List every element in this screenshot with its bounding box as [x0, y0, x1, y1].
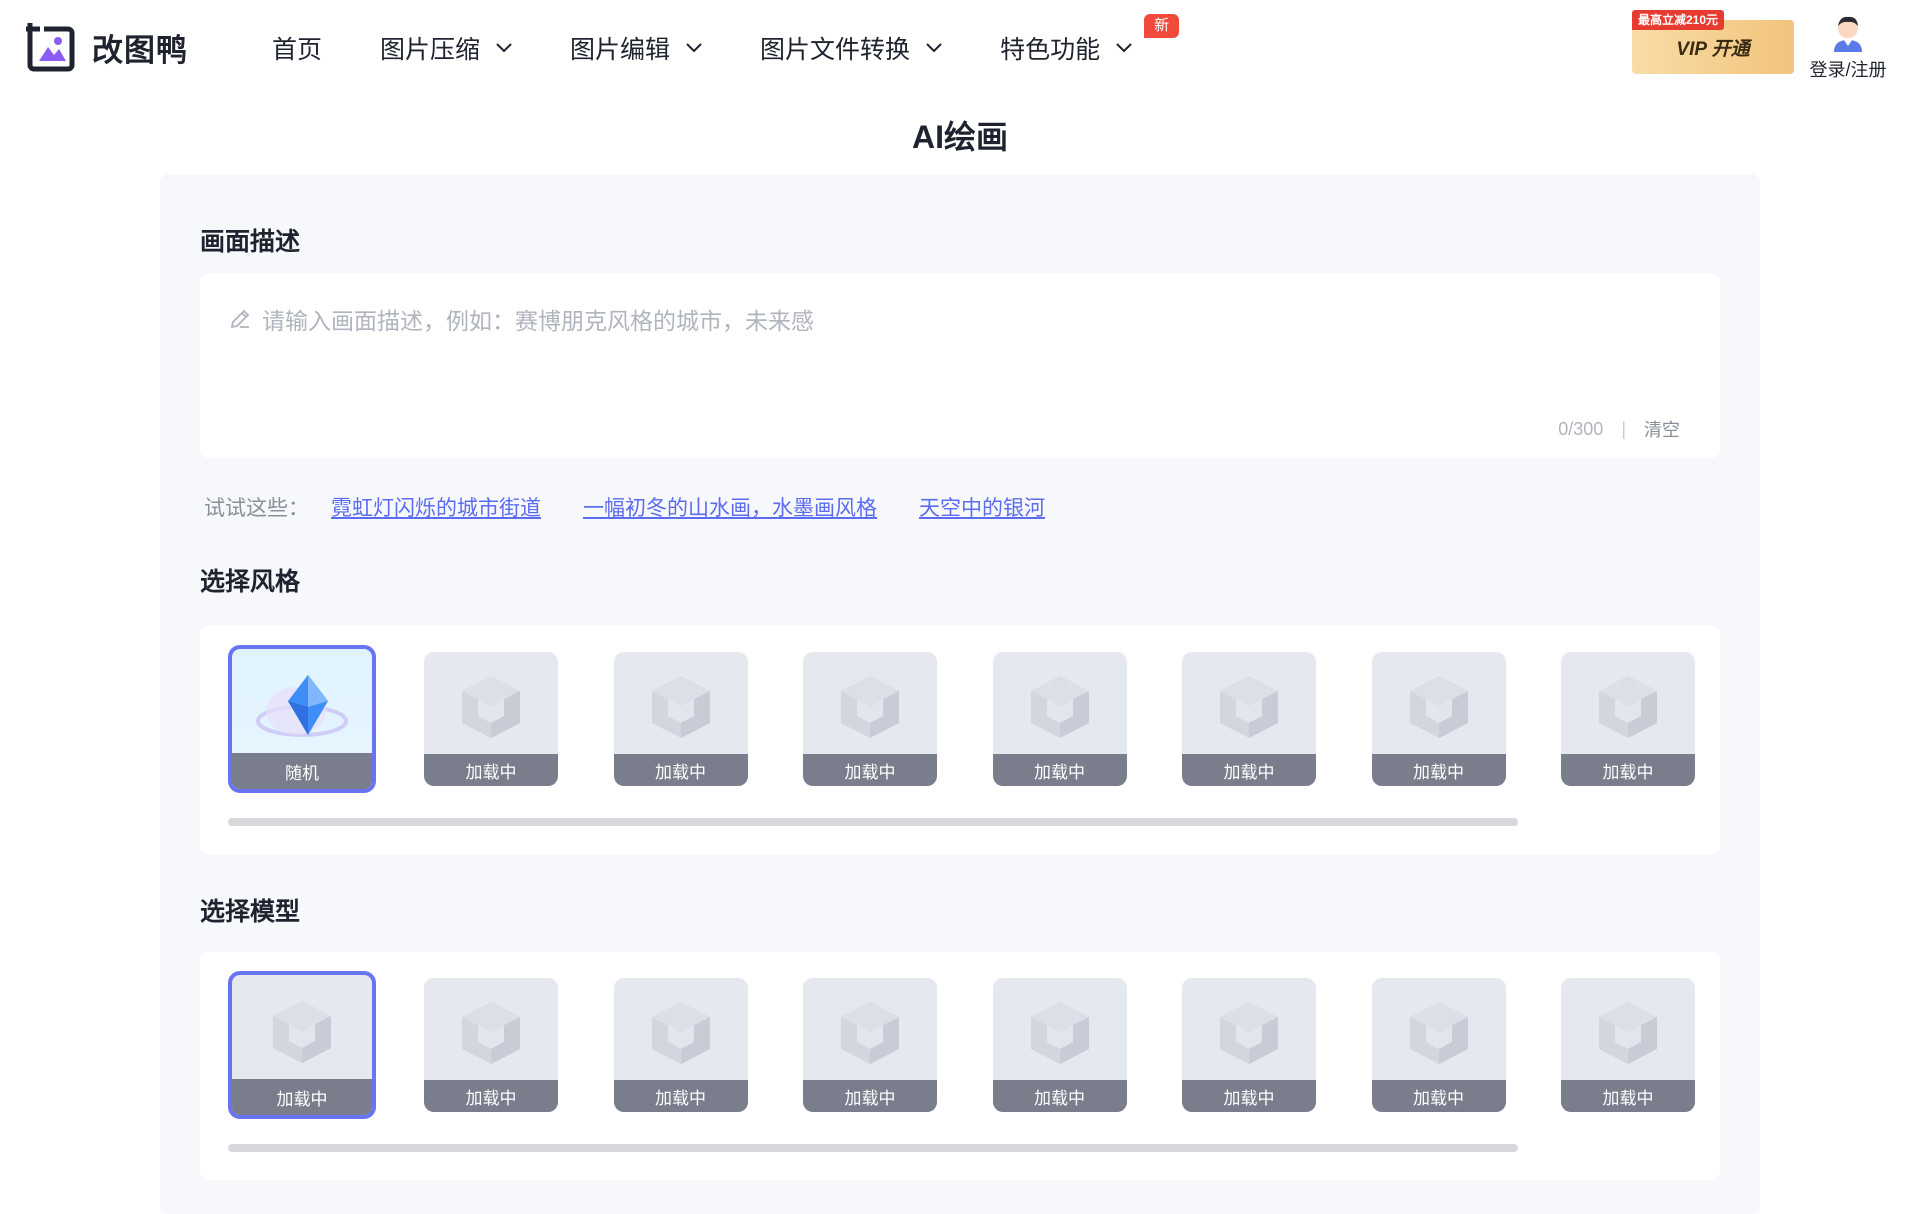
- model-card[interactable]: 加载中: [1561, 978, 1695, 1112]
- style-card-selected[interactable]: 随机: [228, 645, 376, 793]
- style-card-label: 加载中: [992, 754, 1127, 786]
- placeholder-cube-icon: [1216, 672, 1282, 747]
- login-register-button[interactable]: 登录/注册: [1806, 12, 1890, 82]
- nav-image-compress[interactable]: 图片压缩: [380, 30, 512, 66]
- model-card-label: 加载中: [803, 1080, 937, 1112]
- nav-special-features[interactable]: 特色功能 新: [1000, 14, 1180, 66]
- style-card[interactable]: 加载中: [992, 652, 1127, 786]
- style-card[interactable]: 加载中: [1182, 652, 1316, 786]
- model-card-label: 加载中: [232, 1079, 372, 1115]
- style-card[interactable]: 加载中: [1371, 652, 1506, 786]
- style-card-label: 随机: [232, 753, 372, 789]
- style-card-label: 加载中: [1561, 754, 1695, 786]
- placeholder-cube-icon: [648, 672, 714, 747]
- random-style-icon: [252, 671, 352, 752]
- placeholder-cube-icon: [1595, 998, 1661, 1073]
- model-card[interactable]: 加载中: [424, 978, 558, 1112]
- placeholder-cube-icon: [1595, 672, 1661, 747]
- nav-image-compress-label: 图片压缩: [380, 36, 481, 64]
- placeholder-cube-icon: [837, 672, 903, 747]
- placeholder-cube-icon: [458, 998, 524, 1073]
- new-badge: 新: [1144, 14, 1180, 38]
- pencil-icon: [230, 309, 250, 329]
- nav-image-edit-label: 图片编辑: [570, 36, 671, 64]
- style-card-label: 加载中: [803, 754, 937, 786]
- model-selector: 加载中 加载中 加载中 加载中 加载中 加载中 加载中 加载中: [200, 952, 1720, 1180]
- chevron-down-icon: [1116, 43, 1132, 53]
- style-card[interactable]: 加载中: [803, 652, 937, 786]
- style-card-label: 加载中: [1182, 754, 1316, 786]
- nav-special-features-label: 特色功能: [1000, 36, 1101, 64]
- vip-discount-tag: 最高立减210元: [1632, 10, 1725, 30]
- logo-text: 改图鸭: [92, 32, 188, 68]
- nav-image-convert[interactable]: 图片文件转换: [760, 30, 942, 66]
- description-placeholder-text: 请输入画面描述，例如：赛博朋克风格的城市，未来感: [262, 308, 814, 334]
- ai-drawing-panel: 画面描述 请输入画面描述，例如：赛博朋克风格的城市，未来感 0/300 | 清空…: [160, 174, 1760, 1214]
- char-counter: 0/300: [1558, 418, 1604, 439]
- model-card-label: 加载中: [613, 1080, 748, 1112]
- model-card[interactable]: 加载中: [803, 978, 937, 1112]
- style-card-label: 加载中: [1371, 754, 1506, 786]
- description-placeholder: 请输入画面描述，例如：赛博朋克风格的城市，未来感: [228, 302, 814, 336]
- top-header: 改图鸭 首页 图片压缩 图片编辑 图片文件转换 特色功能 新 VIP 开通 最高…: [0, 0, 1920, 96]
- model-card-selected[interactable]: 加载中: [228, 971, 376, 1119]
- login-register-label: 登录/注册: [1809, 60, 1887, 80]
- placeholder-cube-icon: [1406, 672, 1472, 747]
- page-title: AI绘画: [911, 119, 1008, 155]
- suggestion-link[interactable]: 天空中的银河: [919, 492, 1045, 522]
- suggestion-link[interactable]: 一幅初冬的山水画，水墨画风格: [583, 492, 877, 522]
- model-card[interactable]: 加载中: [1371, 978, 1506, 1112]
- style-card-label: 加载中: [424, 754, 558, 786]
- style-card-label: 加载中: [613, 754, 748, 786]
- style-card[interactable]: 加载中: [1561, 652, 1695, 786]
- model-card[interactable]: 加载中: [992, 978, 1127, 1112]
- clear-button[interactable]: 清空: [1644, 416, 1680, 442]
- footer-separator: |: [1621, 418, 1626, 439]
- avatar-icon: [1830, 12, 1866, 52]
- placeholder-cube-icon: [1027, 998, 1093, 1073]
- description-section-title: 画面描述: [200, 228, 301, 256]
- model-card-label: 加载中: [1371, 1080, 1506, 1112]
- nav-home[interactable]: 首页: [272, 30, 322, 66]
- style-card-list: 随机 加载中 加载中 加载中 加载中 加载中 加载中 加载中: [228, 645, 1751, 793]
- model-scrollbar[interactable]: [228, 1144, 1518, 1152]
- nav-image-convert-label: 图片文件转换: [760, 36, 911, 64]
- model-card-label: 加载中: [992, 1080, 1127, 1112]
- suggestion-link[interactable]: 霓虹灯闪烁的城市街道: [331, 492, 541, 522]
- style-card[interactable]: 加载中: [424, 652, 558, 786]
- description-input[interactable]: 请输入画面描述，例如：赛博朋克风格的城市，未来感 0/300 | 清空: [200, 274, 1720, 458]
- chevron-down-icon: [496, 43, 512, 53]
- placeholder-cube-icon: [458, 672, 524, 747]
- style-scrollbar[interactable]: [228, 818, 1518, 826]
- style-section-title: 选择风格: [200, 568, 301, 596]
- placeholder-cube-icon: [1216, 998, 1282, 1073]
- model-card-label: 加载中: [424, 1080, 558, 1112]
- nav-home-label: 首页: [272, 36, 323, 64]
- model-card[interactable]: 加载中: [613, 978, 748, 1112]
- model-card-label: 加载中: [1182, 1080, 1316, 1112]
- model-section-title: 选择模型: [200, 898, 301, 926]
- chevron-down-icon: [686, 43, 702, 53]
- placeholder-cube-icon: [1027, 672, 1093, 747]
- model-card-label: 加载中: [1561, 1080, 1695, 1112]
- placeholder-cube-icon: [269, 997, 335, 1072]
- placeholder-cube-icon: [837, 998, 903, 1073]
- style-selector: 随机 加载中 加载中 加载中 加载中 加载中 加载中 加载中: [200, 626, 1720, 854]
- main-nav: 首页 图片压缩 图片编辑 图片文件转换 特色功能 新: [272, 14, 1190, 68]
- style-card[interactable]: 加载中: [613, 652, 748, 786]
- description-footer: 0/300 | 清空: [1558, 416, 1680, 442]
- suggestions: 试试这些： 霓虹灯闪烁的城市街道 一幅初冬的山水画，水墨画风格 天空中的银河: [204, 492, 1087, 522]
- logo-icon: [26, 21, 78, 73]
- model-card[interactable]: 加载中: [1182, 978, 1316, 1112]
- placeholder-cube-icon: [648, 998, 714, 1073]
- chevron-down-icon: [926, 43, 942, 53]
- suggestions-label: 试试这些：: [204, 497, 309, 520]
- logo[interactable]: 改图鸭: [26, 20, 188, 74]
- vip-open-label: VIP 开通: [1676, 38, 1750, 60]
- placeholder-cube-icon: [1406, 998, 1472, 1073]
- model-card-list: 加载中 加载中 加载中 加载中 加载中 加载中 加载中 加载中: [228, 971, 1751, 1119]
- nav-image-edit[interactable]: 图片编辑: [570, 30, 702, 66]
